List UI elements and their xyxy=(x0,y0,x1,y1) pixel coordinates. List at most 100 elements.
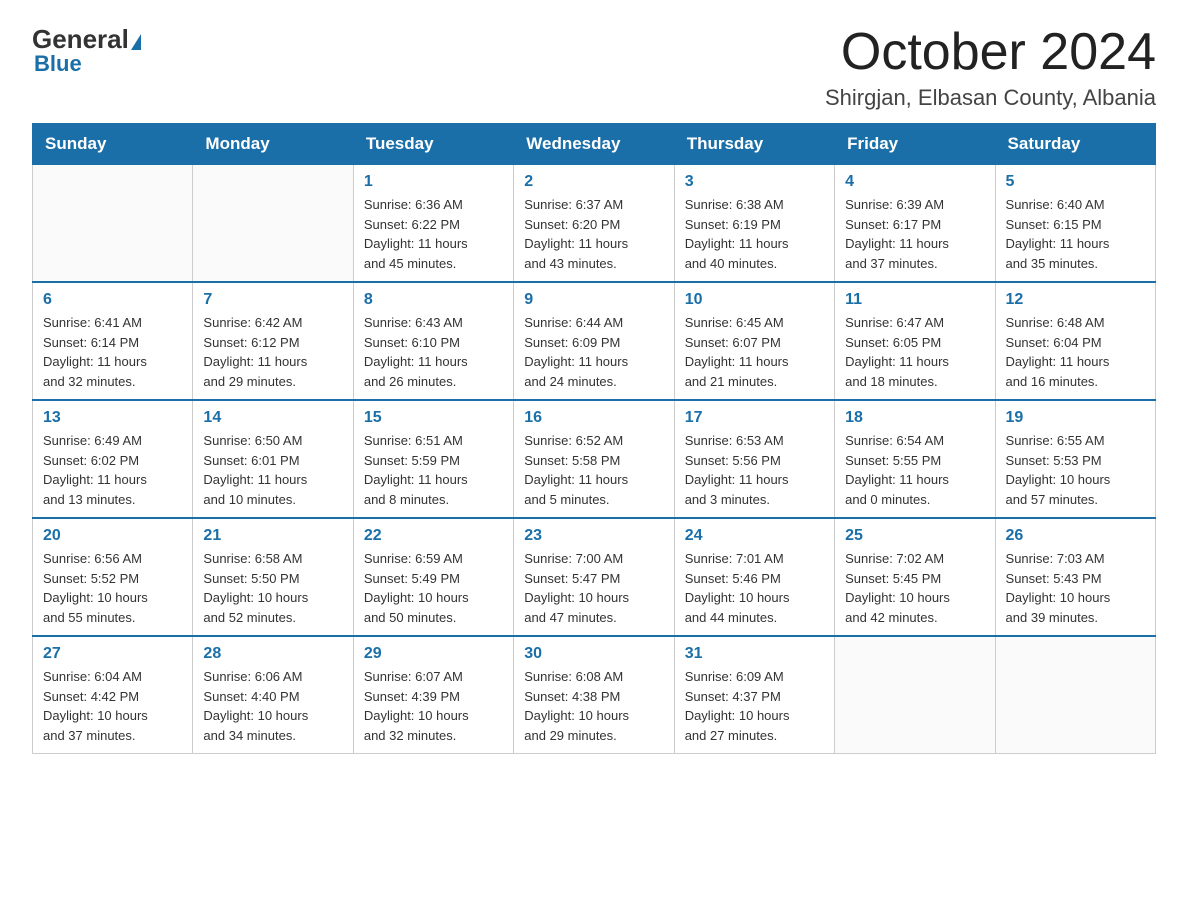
day-info: Sunrise: 7:02 AM Sunset: 5:45 PM Dayligh… xyxy=(845,549,984,627)
day-number: 27 xyxy=(43,645,182,663)
weekday-header-tuesday: Tuesday xyxy=(353,124,513,165)
day-number: 8 xyxy=(364,291,503,309)
calendar-cell: 6 Sunrise: 6:41 AM Sunset: 6:14 PM Daylig… xyxy=(33,282,193,400)
calendar-cell: 23 Sunrise: 7:00 AM Sunset: 5:47 PM Dayli… xyxy=(514,518,674,636)
calendar-cell xyxy=(193,165,353,283)
calendar-week-row: 6 Sunrise: 6:41 AM Sunset: 6:14 PM Daylig… xyxy=(33,282,1156,400)
day-info: Sunrise: 6:06 AM Sunset: 4:40 PM Dayligh… xyxy=(203,667,342,745)
day-number: 23 xyxy=(524,527,663,545)
day-info: Sunrise: 6:54 AM Sunset: 5:55 PM Dayligh… xyxy=(845,431,984,509)
day-info: Sunrise: 6:58 AM Sunset: 5:50 PM Dayligh… xyxy=(203,549,342,627)
calendar-cell: 18 Sunrise: 6:54 AM Sunset: 5:55 PM Dayli… xyxy=(835,400,995,518)
day-number: 10 xyxy=(685,291,824,309)
calendar-cell: 1 Sunrise: 6:36 AM Sunset: 6:22 PM Daylig… xyxy=(353,165,513,283)
day-number: 6 xyxy=(43,291,182,309)
calendar-cell: 27 Sunrise: 6:04 AM Sunset: 4:42 PM Dayli… xyxy=(33,636,193,754)
day-number: 26 xyxy=(1006,527,1145,545)
calendar-cell: 19 Sunrise: 6:55 AM Sunset: 5:53 PM Dayli… xyxy=(995,400,1155,518)
day-info: Sunrise: 6:09 AM Sunset: 4:37 PM Dayligh… xyxy=(685,667,824,745)
calendar-table: SundayMondayTuesdayWednesdayThursdayFrid… xyxy=(32,123,1156,754)
calendar-cell: 30 Sunrise: 6:08 AM Sunset: 4:38 PM Dayli… xyxy=(514,636,674,754)
calendar-cell: 24 Sunrise: 7:01 AM Sunset: 5:46 PM Dayli… xyxy=(674,518,834,636)
weekday-header-wednesday: Wednesday xyxy=(514,124,674,165)
calendar-cell xyxy=(995,636,1155,754)
day-number: 31 xyxy=(685,645,824,663)
calendar-cell: 17Sunrise: 6:53 AM Sunset: 5:56 PM Dayli… xyxy=(674,400,834,518)
calendar-cell: 14 Sunrise: 6:50 AM Sunset: 6:01 PM Dayli… xyxy=(193,400,353,518)
day-info: Sunrise: 6:49 AM Sunset: 6:02 PM Dayligh… xyxy=(43,431,182,509)
day-number: 19 xyxy=(1006,409,1145,427)
day-info: Sunrise: 6:40 AM Sunset: 6:15 PM Dayligh… xyxy=(1006,195,1145,273)
calendar-cell xyxy=(835,636,995,754)
day-number: 24 xyxy=(685,527,824,545)
day-number: 12 xyxy=(1006,291,1145,309)
day-number: 18 xyxy=(845,409,984,427)
calendar-header-row: SundayMondayTuesdayWednesdayThursdayFrid… xyxy=(33,124,1156,165)
day-info: Sunrise: 6:08 AM Sunset: 4:38 PM Dayligh… xyxy=(524,667,663,745)
day-info: Sunrise: 6:47 AM Sunset: 6:05 PM Dayligh… xyxy=(845,313,984,391)
calendar-cell: 10 Sunrise: 6:45 AM Sunset: 6:07 PM Dayli… xyxy=(674,282,834,400)
day-number: 25 xyxy=(845,527,984,545)
day-number: 9 xyxy=(524,291,663,309)
day-number: 29 xyxy=(364,645,503,663)
calendar-cell: 21Sunrise: 6:58 AM Sunset: 5:50 PM Dayli… xyxy=(193,518,353,636)
day-info: Sunrise: 6:51 AM Sunset: 5:59 PM Dayligh… xyxy=(364,431,503,509)
calendar-cell: 11 Sunrise: 6:47 AM Sunset: 6:05 PM Dayli… xyxy=(835,282,995,400)
day-number: 14 xyxy=(203,409,342,427)
calendar-cell: 22 Sunrise: 6:59 AM Sunset: 5:49 PM Dayli… xyxy=(353,518,513,636)
day-info: Sunrise: 6:50 AM Sunset: 6:01 PM Dayligh… xyxy=(203,431,342,509)
day-number: 1 xyxy=(364,173,503,191)
weekday-header-friday: Friday xyxy=(835,124,995,165)
calendar-cell: 20 Sunrise: 6:56 AM Sunset: 5:52 PM Dayli… xyxy=(33,518,193,636)
day-number: 30 xyxy=(524,645,663,663)
day-number: 20 xyxy=(43,527,182,545)
day-info: Sunrise: 6:44 AM Sunset: 6:09 PM Dayligh… xyxy=(524,313,663,391)
day-number: 16 xyxy=(524,409,663,427)
day-info: Sunrise: 6:04 AM Sunset: 4:42 PM Dayligh… xyxy=(43,667,182,745)
calendar-cell: 7Sunrise: 6:42 AM Sunset: 6:12 PM Daylig… xyxy=(193,282,353,400)
logo: General Blue xyxy=(32,24,143,77)
day-number: 13 xyxy=(43,409,182,427)
calendar-cell: 5 Sunrise: 6:40 AM Sunset: 6:15 PM Daylig… xyxy=(995,165,1155,283)
day-info: Sunrise: 6:56 AM Sunset: 5:52 PM Dayligh… xyxy=(43,549,182,627)
calendar-cell: 31 Sunrise: 6:09 AM Sunset: 4:37 PM Dayli… xyxy=(674,636,834,754)
calendar-week-row: 20 Sunrise: 6:56 AM Sunset: 5:52 PM Dayli… xyxy=(33,518,1156,636)
day-number: 11 xyxy=(845,291,984,309)
day-number: 5 xyxy=(1006,173,1145,191)
day-info: Sunrise: 7:01 AM Sunset: 5:46 PM Dayligh… xyxy=(685,549,824,627)
weekday-header-monday: Monday xyxy=(193,124,353,165)
logo-triangle-icon xyxy=(131,34,141,50)
day-info: Sunrise: 6:36 AM Sunset: 6:22 PM Dayligh… xyxy=(364,195,503,273)
day-number: 3 xyxy=(685,173,824,191)
calendar-cell: 3 Sunrise: 6:38 AM Sunset: 6:19 PM Daylig… xyxy=(674,165,834,283)
calendar-week-row: 13 Sunrise: 6:49 AM Sunset: 6:02 PM Dayli… xyxy=(33,400,1156,518)
calendar-cell: 25 Sunrise: 7:02 AM Sunset: 5:45 PM Dayli… xyxy=(835,518,995,636)
day-info: Sunrise: 6:45 AM Sunset: 6:07 PM Dayligh… xyxy=(685,313,824,391)
logo-blue-text: Blue xyxy=(34,51,82,77)
calendar-cell: 28 Sunrise: 6:06 AM Sunset: 4:40 PM Dayli… xyxy=(193,636,353,754)
calendar-cell: 9 Sunrise: 6:44 AM Sunset: 6:09 PM Daylig… xyxy=(514,282,674,400)
weekday-header-thursday: Thursday xyxy=(674,124,834,165)
calendar-cell: 2Sunrise: 6:37 AM Sunset: 6:20 PM Daylig… xyxy=(514,165,674,283)
day-number: 4 xyxy=(845,173,984,191)
day-info: Sunrise: 6:37 AM Sunset: 6:20 PM Dayligh… xyxy=(524,195,663,273)
calendar-week-row: 27 Sunrise: 6:04 AM Sunset: 4:42 PM Dayli… xyxy=(33,636,1156,754)
day-info: Sunrise: 7:00 AM Sunset: 5:47 PM Dayligh… xyxy=(524,549,663,627)
day-number: 22 xyxy=(364,527,503,545)
calendar-cell: 13 Sunrise: 6:49 AM Sunset: 6:02 PM Dayli… xyxy=(33,400,193,518)
weekday-header-saturday: Saturday xyxy=(995,124,1155,165)
day-info: Sunrise: 6:52 AM Sunset: 5:58 PM Dayligh… xyxy=(524,431,663,509)
day-info: Sunrise: 6:59 AM Sunset: 5:49 PM Dayligh… xyxy=(364,549,503,627)
day-info: Sunrise: 6:41 AM Sunset: 6:14 PM Dayligh… xyxy=(43,313,182,391)
day-info: Sunrise: 6:38 AM Sunset: 6:19 PM Dayligh… xyxy=(685,195,824,273)
calendar-week-row: 1 Sunrise: 6:36 AM Sunset: 6:22 PM Daylig… xyxy=(33,165,1156,283)
weekday-header-sunday: Sunday xyxy=(33,124,193,165)
day-info: Sunrise: 6:43 AM Sunset: 6:10 PM Dayligh… xyxy=(364,313,503,391)
day-info: Sunrise: 6:07 AM Sunset: 4:39 PM Dayligh… xyxy=(364,667,503,745)
day-number: 28 xyxy=(203,645,342,663)
day-info: Sunrise: 6:55 AM Sunset: 5:53 PM Dayligh… xyxy=(1006,431,1145,509)
page-header: General Blue October 2024 Shirgjan, Elba… xyxy=(32,24,1156,111)
day-info: Sunrise: 6:42 AM Sunset: 6:12 PM Dayligh… xyxy=(203,313,342,391)
calendar-cell: 12 Sunrise: 6:48 AM Sunset: 6:04 PM Dayli… xyxy=(995,282,1155,400)
day-info: Sunrise: 6:48 AM Sunset: 6:04 PM Dayligh… xyxy=(1006,313,1145,391)
